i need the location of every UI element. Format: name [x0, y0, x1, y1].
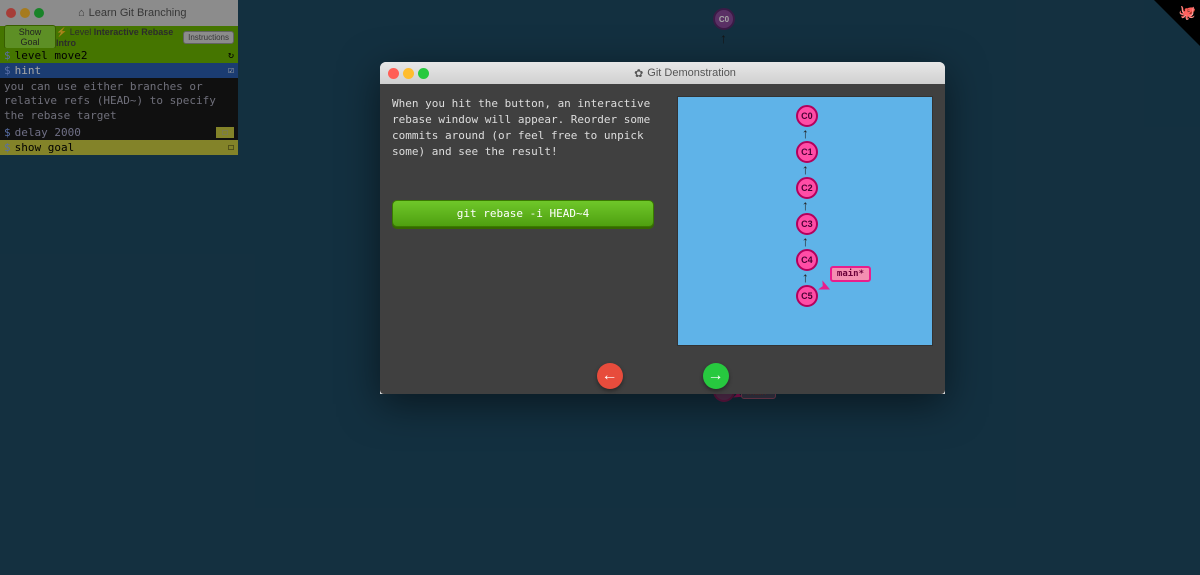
next-button[interactable]: →	[703, 363, 729, 389]
instruction-text: When you hit the button, an interactive …	[392, 96, 665, 160]
arrow-up-icon: ↑	[802, 125, 809, 141]
git-rebase-button[interactable]: git rebase -i HEAD~4	[392, 200, 654, 227]
modal-minimize-dot[interactable]	[403, 68, 414, 79]
modal-titlebar: ✿ Git Demonstration	[380, 62, 945, 84]
commit-c5[interactable]: C5	[796, 285, 818, 307]
arrow-up-icon: ↑	[802, 233, 809, 249]
modal-title: ✿ Git Demonstration	[634, 67, 736, 80]
octopus-icon: 🐙	[1179, 4, 1196, 21]
commit-c1[interactable]: C1	[796, 141, 818, 163]
commit-c0[interactable]: C0	[796, 105, 818, 127]
modal-close-dot[interactable]	[388, 68, 399, 79]
visualization-pane: C0 ↑ C1 ↑ C2 ↑ C3 ↑ C4 ↑ C5 ➤ main*	[677, 96, 933, 346]
commit-c3[interactable]: C3	[796, 213, 818, 235]
modal-zoom-dot[interactable]	[418, 68, 429, 79]
arrow-up-icon: ↑	[802, 269, 809, 285]
git-demo-modal: ✿ Git Demonstration When you hit the but…	[380, 62, 945, 394]
modal-body: When you hit the button, an interactive …	[380, 84, 945, 358]
arrow-up-icon: ↑	[802, 161, 809, 177]
arrow-up-icon: ↑	[802, 197, 809, 213]
prev-button[interactable]: ←	[597, 363, 623, 389]
commit-c4[interactable]: C4	[796, 249, 818, 271]
instruction-pane: When you hit the button, an interactive …	[392, 96, 665, 346]
commit-c2[interactable]: C2	[796, 177, 818, 199]
modal-footer: ← →	[380, 358, 945, 394]
branch-main-tag[interactable]: main*	[830, 266, 871, 282]
gear-icon: ✿	[634, 67, 643, 80]
